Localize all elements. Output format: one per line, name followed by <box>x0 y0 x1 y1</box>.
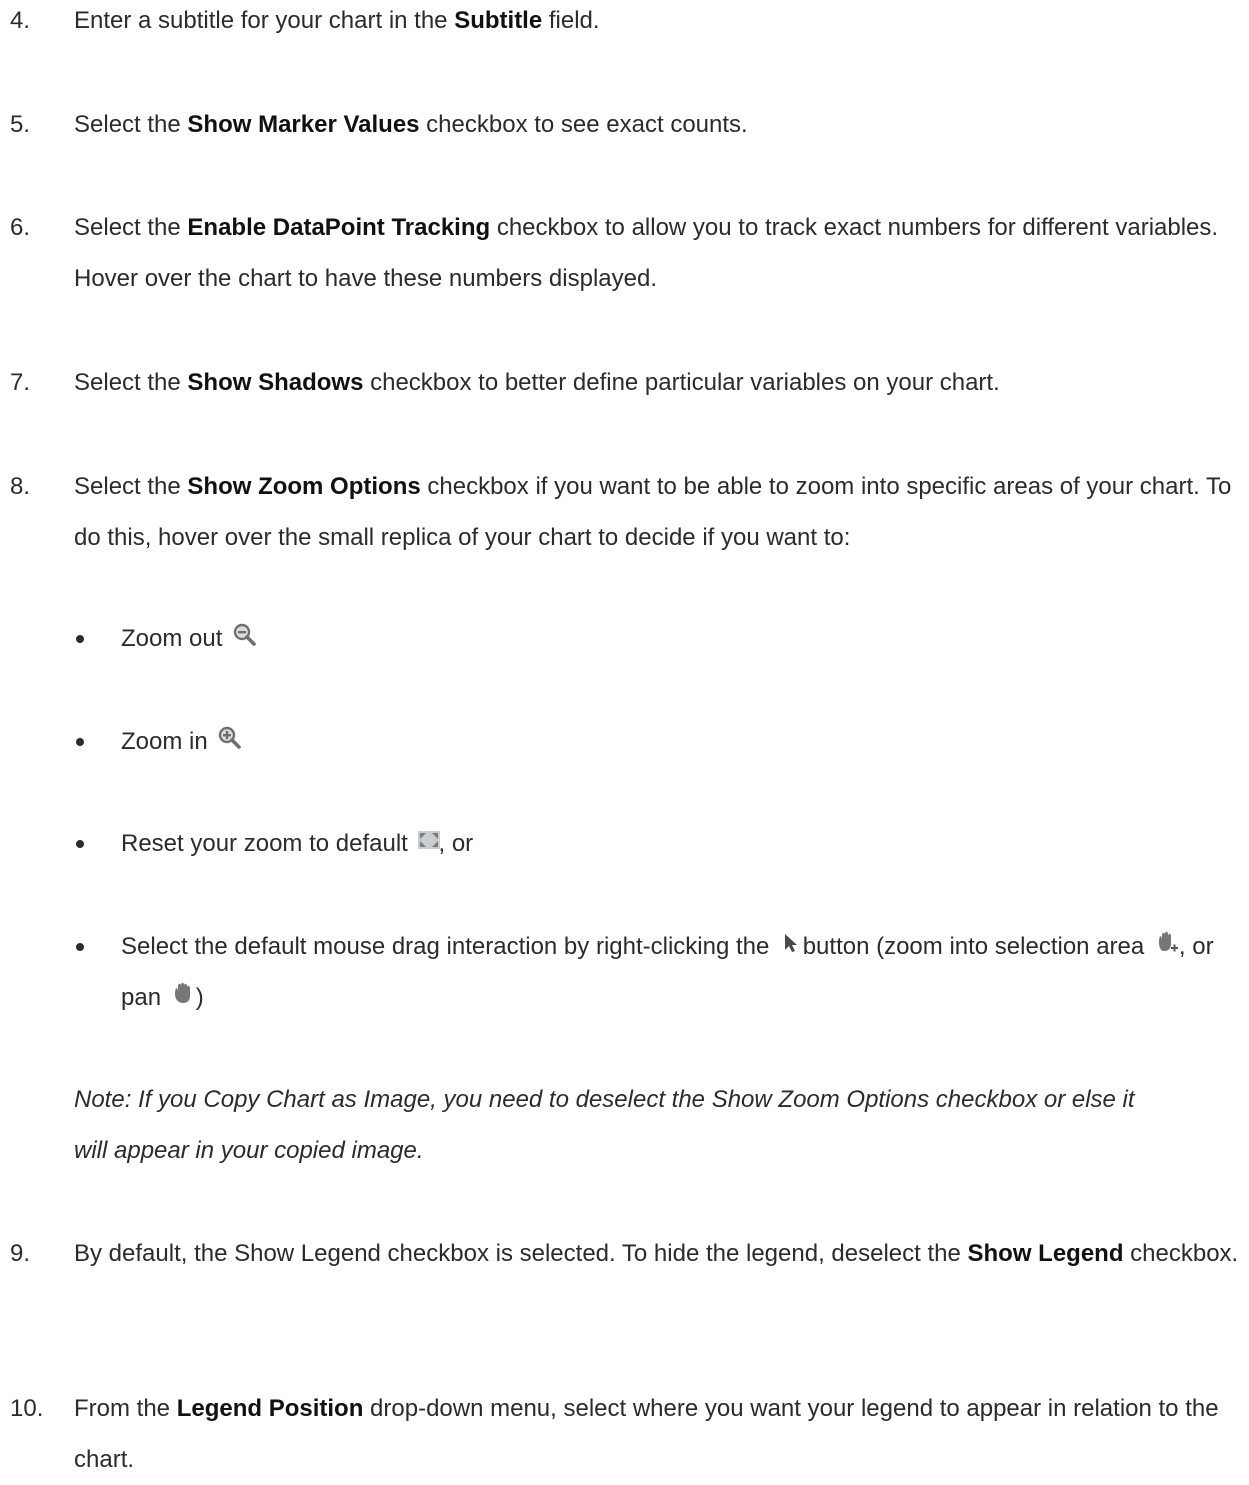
step-text: Select the Show Marker Values checkbox t… <box>74 111 748 138</box>
step-number: 5. <box>10 111 31 138</box>
bullet-text: Zoom out <box>121 613 1219 664</box>
ui-term: Show Legend <box>967 1240 1124 1267</box>
bullet-text: Reset your zoom to default , or <box>121 818 1219 869</box>
ui-term: Subtitle <box>454 7 543 34</box>
step-number: 8. <box>10 473 31 500</box>
step-text: Select the Enable DataPoint Tracking che… <box>74 214 1219 292</box>
bullet-dot <box>76 943 84 951</box>
step-number: 10. <box>10 1395 44 1422</box>
step-number: 4. <box>10 7 31 34</box>
zoom-in-icon <box>216 725 242 751</box>
pointer-icon <box>778 930 798 956</box>
note: Note: If you Copy Chart as Image, you ne… <box>74 1074 1249 1176</box>
zoom-out-icon <box>231 622 257 648</box>
ui-term: Show Shadows <box>187 369 364 396</box>
ui-term: Enable DataPoint Tracking <box>187 214 491 241</box>
reset-zoom-icon <box>416 827 441 853</box>
step-text: Enter a subtitle for your chart in the S… <box>74 7 600 34</box>
step-text: Select the Show Shadows checkbox to bett… <box>74 369 1000 396</box>
bullet-dot <box>76 635 84 643</box>
step-number: 7. <box>10 369 31 396</box>
step-number: 9. <box>10 1240 31 1267</box>
bullet-text: Zoom in <box>121 716 1219 767</box>
note-line-1: Note: If you Copy Chart as Image, you ne… <box>74 1086 1135 1113</box>
ui-term: Show Zoom Options <box>187 473 421 500</box>
bullet-dot <box>76 738 84 746</box>
note-line-2: will appear in your copied image. <box>74 1137 424 1164</box>
pan-hand-icon <box>170 981 196 1007</box>
step-text: Select the Show Zoom Options checkbox if… <box>74 473 1232 551</box>
zoom-selection-hand-icon <box>1153 930 1179 956</box>
bullet-text: Select the default mouse drag interactio… <box>121 921 1219 1023</box>
ui-term: Show Marker Values <box>187 111 420 138</box>
step-number: 6. <box>10 214 31 241</box>
ui-term: Legend Position <box>176 1395 364 1422</box>
step-text: By default, the Show Legend checkbox is … <box>74 1240 1239 1267</box>
bullet-dot <box>76 840 84 848</box>
